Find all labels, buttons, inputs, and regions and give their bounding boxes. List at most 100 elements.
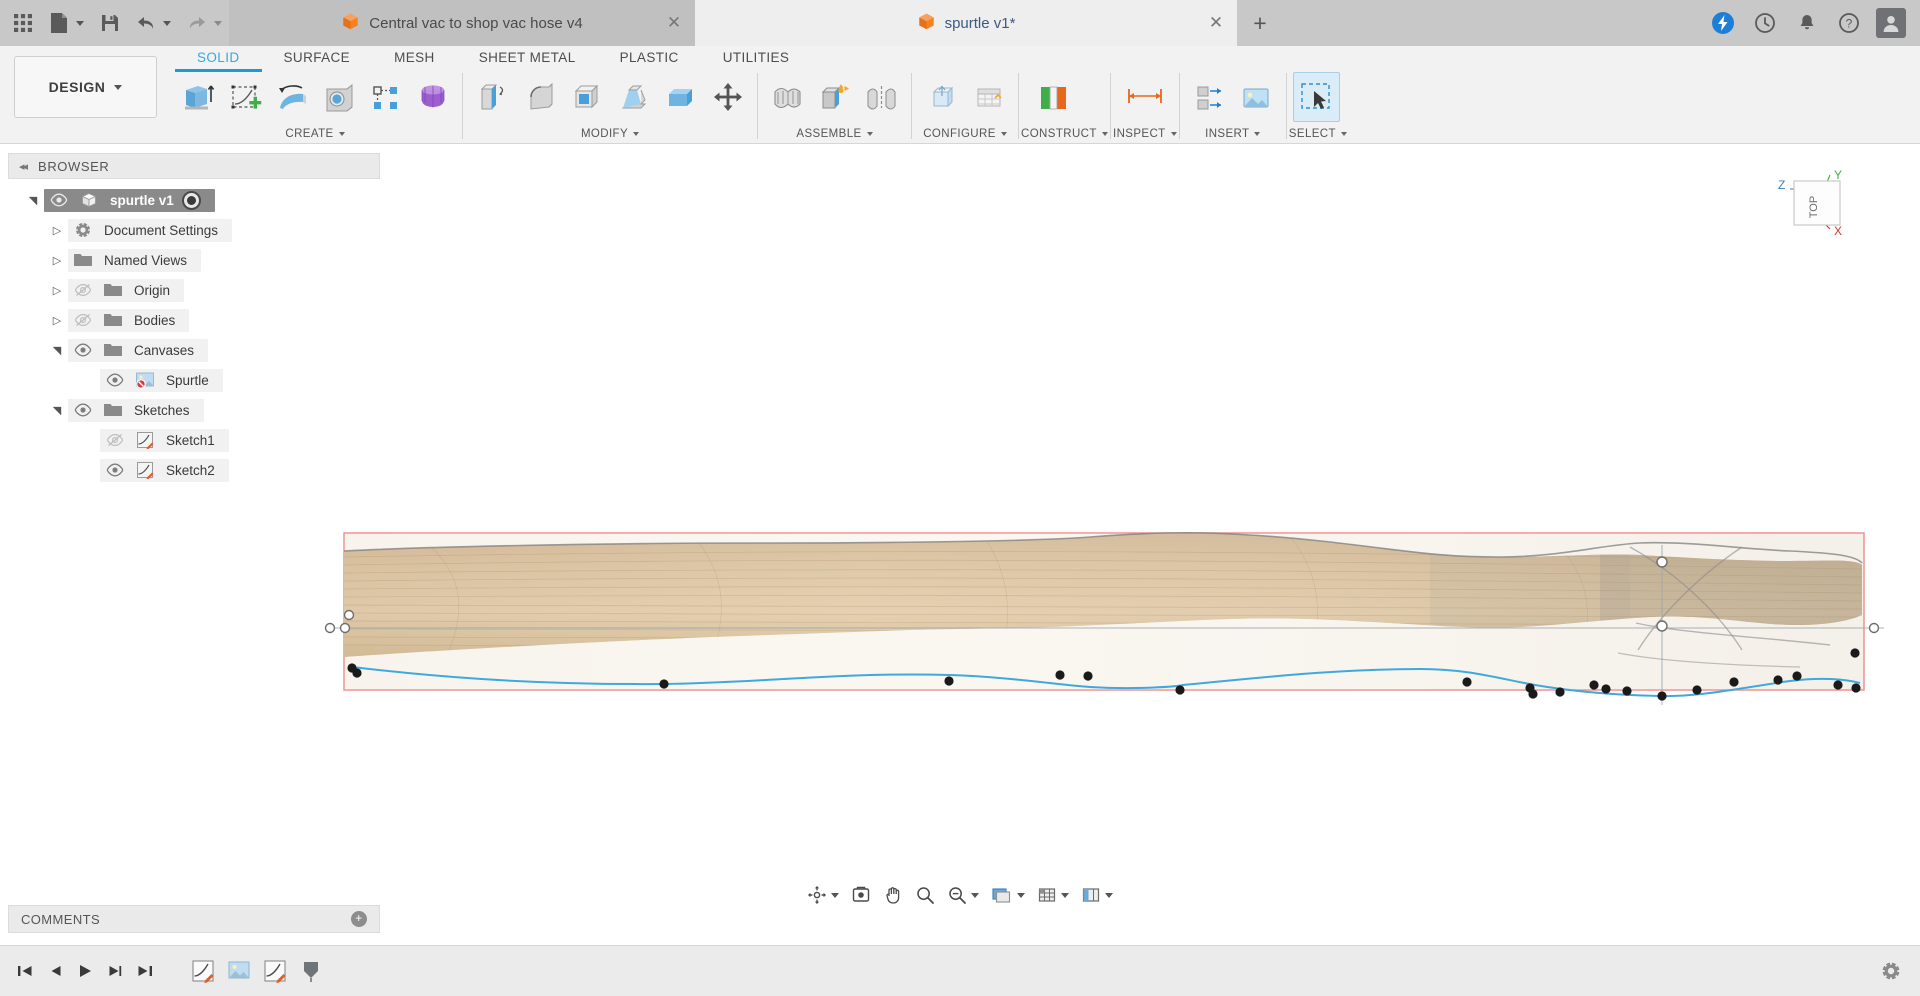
undo-button[interactable] bbox=[129, 6, 178, 40]
new-tab-button[interactable]: + bbox=[1243, 6, 1277, 40]
joint-icon[interactable] bbox=[811, 72, 858, 122]
twisty-closed-icon[interactable]: ▷ bbox=[46, 224, 68, 237]
panel-select-label[interactable]: SELECT bbox=[1289, 123, 1347, 144]
pan-hand-icon[interactable] bbox=[878, 880, 908, 910]
notification-bell-icon[interactable] bbox=[1788, 4, 1826, 42]
insert-derive-icon[interactable] bbox=[1186, 72, 1233, 122]
collapse-panel-icon[interactable]: ◂◂ bbox=[19, 160, 28, 173]
help-icon[interactable]: ? bbox=[1830, 4, 1868, 42]
twisty-closed-icon[interactable]: ▷ bbox=[46, 284, 68, 297]
zoom-icon[interactable] bbox=[910, 880, 940, 910]
offset-plane-icon[interactable] bbox=[1025, 72, 1081, 122]
configuration-icon[interactable] bbox=[918, 72, 965, 122]
scale-icon[interactable] bbox=[657, 72, 704, 122]
as-built-joint-icon[interactable] bbox=[858, 72, 905, 122]
new-component-icon[interactable] bbox=[764, 72, 811, 122]
end-of-timeline-marker[interactable] bbox=[294, 954, 328, 988]
revolve-icon[interactable] bbox=[268, 72, 315, 122]
ribbon-tab-plastic[interactable]: PLASTIC bbox=[598, 46, 701, 70]
press-pull-icon[interactable] bbox=[469, 72, 516, 122]
workspace-switcher[interactable]: DESIGN bbox=[14, 56, 157, 118]
visibility-eye-icon[interactable] bbox=[100, 463, 130, 477]
twisty-open-icon[interactable]: ◥ bbox=[46, 344, 68, 357]
visibility-eye-icon[interactable] bbox=[68, 403, 98, 417]
close-icon[interactable]: ✕ bbox=[1207, 14, 1225, 32]
twisty-closed-icon[interactable]: ▷ bbox=[46, 314, 68, 327]
tree-item-origin[interactable]: ▷ Origin bbox=[8, 275, 380, 305]
ribbon-tab-mesh[interactable]: MESH bbox=[372, 46, 457, 70]
hole-icon[interactable] bbox=[315, 72, 362, 122]
visibility-eye-icon[interactable] bbox=[100, 373, 130, 387]
document-tab-1[interactable]: spurtle v1* ✕ bbox=[695, 0, 1237, 46]
clock-history-icon[interactable] bbox=[1746, 4, 1784, 42]
twisty-closed-icon[interactable]: ▷ bbox=[46, 254, 68, 267]
visibility-eye-off-icon[interactable] bbox=[100, 433, 130, 447]
ribbon-tab-solid[interactable]: SOLID bbox=[175, 46, 262, 70]
step-back-icon[interactable] bbox=[40, 956, 70, 986]
zoom-window-icon[interactable] bbox=[942, 880, 984, 910]
twisty-open-icon[interactable]: ◥ bbox=[46, 404, 68, 417]
ribbon-tab-utilities[interactable]: UTILITIES bbox=[701, 46, 812, 70]
view-cube[interactable]: Z Y X TOP bbox=[1772, 167, 1882, 257]
extrude-icon[interactable] bbox=[174, 72, 221, 122]
twisty-open-icon[interactable]: ◥ bbox=[22, 194, 44, 207]
measure-icon[interactable] bbox=[1117, 72, 1173, 122]
app-grid-icon[interactable] bbox=[6, 6, 40, 40]
new-document-button[interactable] bbox=[42, 6, 91, 40]
close-icon[interactable]: ✕ bbox=[665, 14, 683, 32]
timeline-sketch2-feature[interactable] bbox=[258, 954, 292, 988]
tree-item-spurtle-canvas[interactable]: Spurtle bbox=[8, 365, 380, 395]
tree-item-sketches[interactable]: ◥ Sketches bbox=[8, 395, 380, 425]
orbit-icon[interactable] bbox=[802, 880, 844, 910]
display-settings-icon[interactable] bbox=[986, 880, 1030, 910]
shell-icon[interactable] bbox=[563, 72, 610, 122]
timeline-canvas-feature[interactable] bbox=[222, 954, 256, 988]
ribbon-tab-sheet-metal[interactable]: SHEET METAL bbox=[457, 46, 598, 70]
add-comment-button[interactable]: + bbox=[351, 911, 367, 927]
rectangular-pattern-icon[interactable] bbox=[362, 72, 409, 122]
panel-create-label[interactable]: CREATE bbox=[170, 123, 460, 144]
create-sketch-icon[interactable] bbox=[221, 72, 268, 122]
tree-item-bodies[interactable]: ▷ Bodies bbox=[8, 305, 380, 335]
panel-construct-label[interactable]: CONSTRUCT bbox=[1021, 123, 1108, 144]
panel-insert-label[interactable]: INSERT bbox=[1182, 123, 1284, 144]
configuration-table-icon[interactable] bbox=[965, 72, 1012, 122]
ribbon-tab-surface[interactable]: SURFACE bbox=[262, 46, 373, 70]
visibility-eye-off-icon[interactable] bbox=[68, 283, 98, 297]
panel-inspect-label[interactable]: INSPECT bbox=[1113, 123, 1177, 144]
step-forward-icon[interactable] bbox=[100, 956, 130, 986]
timeline-settings-gear-icon[interactable] bbox=[1876, 956, 1906, 986]
move-copy-icon[interactable] bbox=[704, 72, 751, 122]
fillet-icon[interactable] bbox=[516, 72, 563, 122]
draft-icon[interactable] bbox=[610, 72, 657, 122]
panel-configure-label[interactable]: CONFIGURE bbox=[914, 123, 1016, 144]
visibility-eye-icon[interactable] bbox=[68, 343, 98, 357]
play-icon[interactable] bbox=[70, 956, 100, 986]
save-icon[interactable] bbox=[93, 6, 127, 40]
tree-item-sketch2[interactable]: Sketch2 bbox=[8, 455, 380, 485]
tree-item-sketch1[interactable]: Sketch1 bbox=[8, 425, 380, 455]
user-avatar[interactable] bbox=[1872, 4, 1910, 42]
panel-assemble-label[interactable]: ASSEMBLE bbox=[760, 123, 909, 144]
tree-item-canvases[interactable]: ◥ Canvases bbox=[8, 335, 380, 365]
visibility-eye-icon[interactable] bbox=[44, 193, 74, 207]
skip-to-end-icon[interactable] bbox=[130, 956, 160, 986]
skip-to-start-icon[interactable] bbox=[10, 956, 40, 986]
grid-snaps-icon[interactable] bbox=[1032, 880, 1074, 910]
select-tool-icon[interactable] bbox=[1292, 71, 1340, 122]
viewports-icon[interactable] bbox=[1076, 880, 1118, 910]
insert-canvas-icon[interactable] bbox=[1233, 72, 1280, 122]
visibility-eye-off-icon[interactable] bbox=[68, 313, 98, 327]
tree-item-named-views[interactable]: ▷ Named Views bbox=[8, 245, 380, 275]
comments-panel[interactable]: COMMENTS + bbox=[8, 905, 380, 933]
redo-button[interactable] bbox=[180, 6, 229, 40]
panel-modify-label[interactable]: MODIFY bbox=[465, 123, 755, 144]
activate-component-radio[interactable] bbox=[181, 190, 201, 210]
tree-item-spurtle-v1[interactable]: ◥ spurtle v1 bbox=[8, 185, 380, 215]
timeline-sketch1-feature[interactable] bbox=[186, 954, 220, 988]
pan-look-at-icon[interactable] bbox=[846, 880, 876, 910]
tree-item-document-settings[interactable]: ▷ Document Settings bbox=[8, 215, 380, 245]
extension-icon[interactable] bbox=[1704, 4, 1742, 42]
form-icon[interactable] bbox=[409, 72, 456, 122]
document-tab-0[interactable]: Central vac to shop vac hose v4 ✕ bbox=[229, 0, 695, 46]
